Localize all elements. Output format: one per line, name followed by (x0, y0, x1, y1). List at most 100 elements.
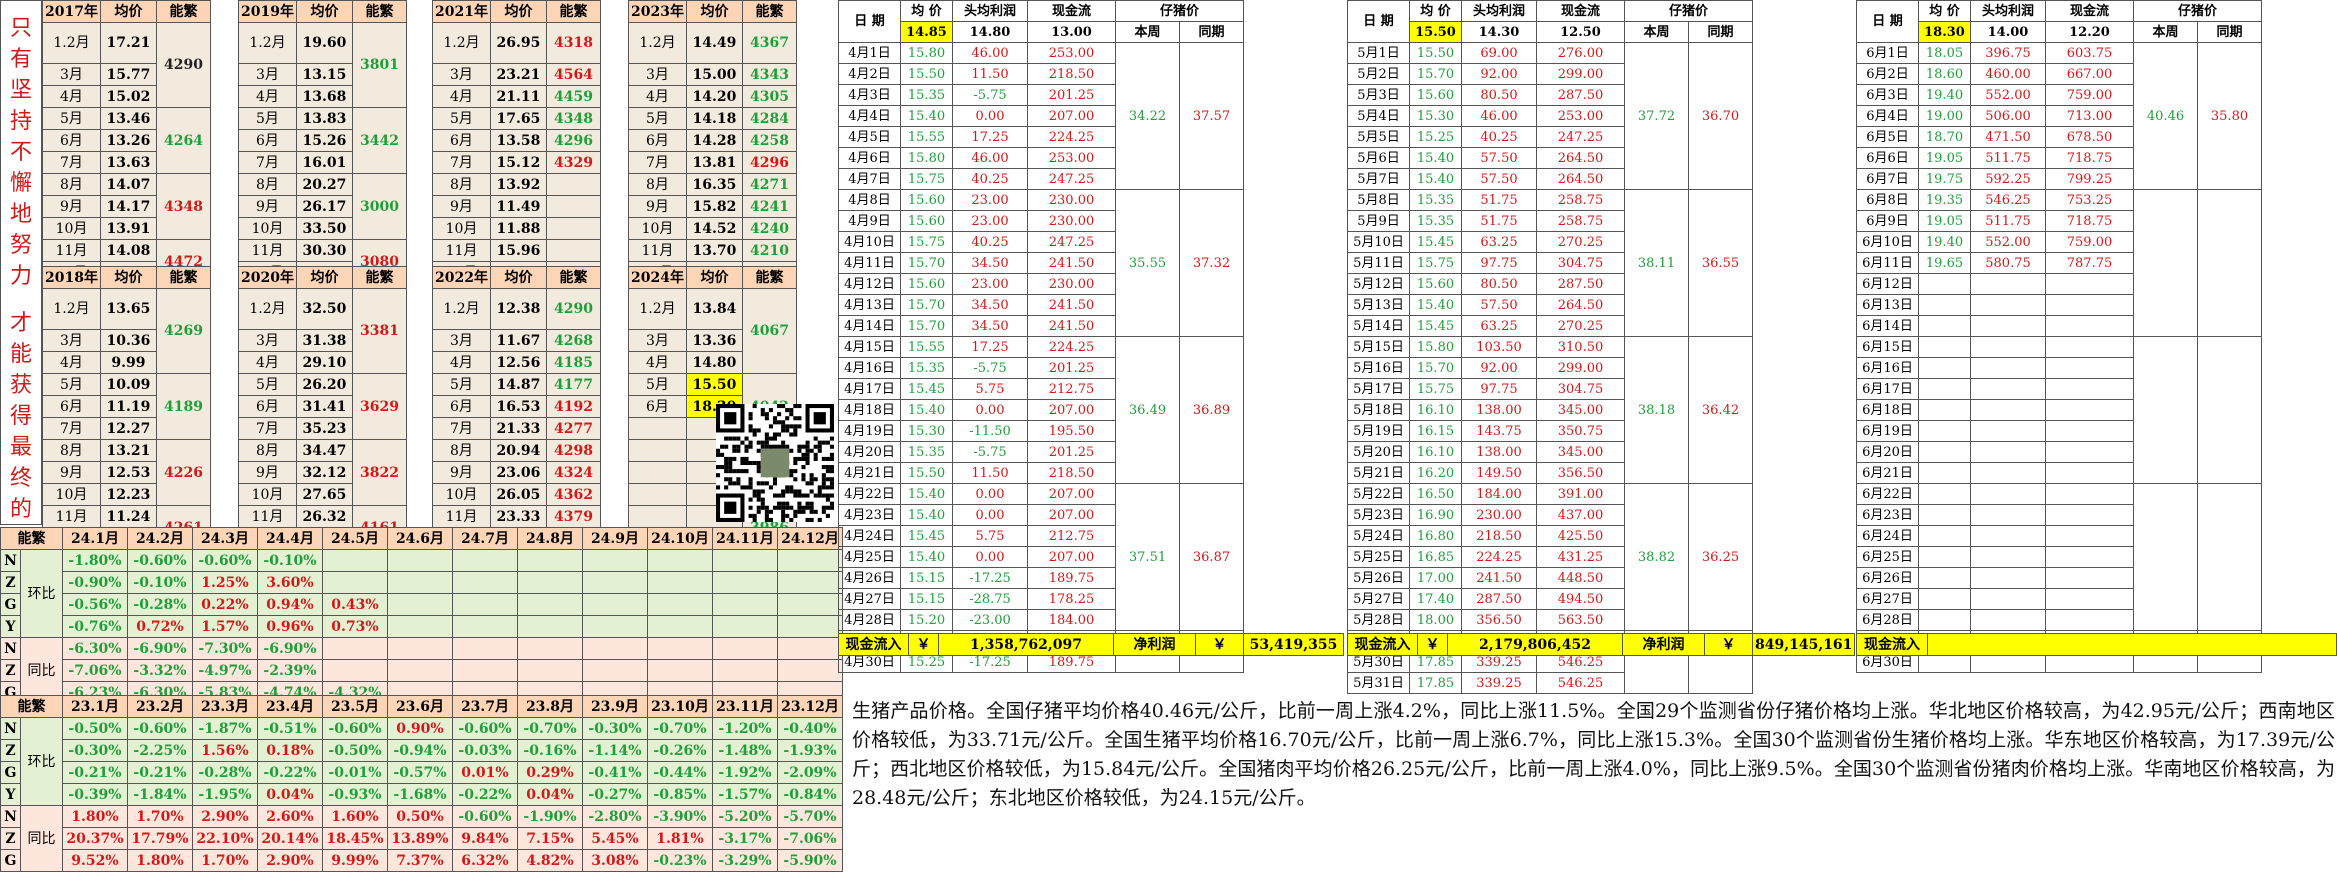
price-cell: 17.40 (1409, 588, 1462, 610)
price-cell: 14.07 (99, 173, 157, 196)
price-cell: 13.58 (489, 129, 547, 152)
price-cell: 9.99 (99, 351, 157, 374)
profit-cell: 184.00 (1461, 483, 1537, 505)
cash-cell: 201.25 (1027, 357, 1116, 379)
cash-header: 现金流 (1536, 0, 1625, 22)
change-cell (322, 637, 388, 660)
change-cell: 1.80% (62, 805, 128, 828)
change-cell: -1.90% (517, 805, 583, 828)
sow-cell (545, 195, 601, 218)
profit-cell: 34.50 (952, 315, 1028, 337)
this-week-header: 本周 (1624, 21, 1689, 43)
price-cell (1918, 357, 1971, 379)
price-cell: 16.10 (1409, 441, 1462, 463)
cash-in-value: 2,179,806,452 (1447, 633, 1623, 656)
price-cell: 15.70 (900, 294, 953, 316)
date-cell: 6月3日 (1856, 84, 1919, 106)
price-cell: 15.80 (1409, 336, 1462, 358)
change-cell: 0.01% (452, 761, 518, 784)
profit-cell: -5.75 (952, 357, 1028, 379)
change-cell: -0.01% (322, 761, 388, 784)
cash-in-value (1926, 633, 2337, 656)
profit-cell: 51.75 (1461, 189, 1537, 211)
sow-cell: 4362 (545, 483, 601, 506)
price-cell: 15.70 (900, 315, 953, 337)
price-cell: 23.21 (489, 63, 547, 86)
cash-cell (2045, 504, 2134, 526)
price-cell: 19.75 (1918, 168, 1971, 190)
date-cell: 6月9日 (1856, 210, 1919, 232)
profit-cell (1970, 315, 2046, 337)
change-cell: -0.10% (127, 571, 193, 594)
change-cell: -0.93% (322, 783, 388, 806)
change-cell: -1.14% (582, 739, 648, 762)
month-header: 24.11月 (712, 527, 778, 550)
row-letter: Y (0, 783, 21, 806)
change-cell: -0.94% (387, 739, 453, 762)
profit-cell: 138.00 (1461, 399, 1537, 421)
change-cell: 7.37% (387, 849, 453, 872)
month-cell: 6月 (628, 129, 687, 152)
date-cell: 5月15日 (1347, 336, 1410, 358)
profit-cell: 138.00 (1461, 441, 1537, 463)
price-cell: 14.20 (685, 85, 743, 108)
change-cell (777, 615, 843, 638)
month-cell: 3月 (42, 329, 101, 352)
month-cell: 4月 (42, 351, 101, 374)
profit-cell: 0.00 (952, 546, 1028, 568)
date-cell: 5月11日 (1347, 252, 1410, 274)
avg-value: 14.85 (900, 21, 953, 43)
date-cell: 5月8日 (1347, 189, 1410, 211)
change-cell: 0.22% (192, 593, 258, 616)
month-cell: 5月 (628, 107, 687, 130)
cash-value: 13.00 (1027, 21, 1116, 43)
date-cell: 4月19日 (838, 420, 901, 442)
change-cell: -3.32% (127, 659, 193, 682)
cash-cell: 431.25 (1536, 546, 1625, 568)
change-cell: -0.56% (62, 593, 128, 616)
sow-cell (545, 217, 601, 240)
cash-cell: 345.00 (1536, 399, 1625, 421)
sow-cell: 4269 (155, 288, 211, 374)
profit-cell: 40.25 (952, 168, 1028, 190)
profit-cell: 57.50 (1461, 168, 1537, 190)
price-cell: 15.35 (900, 441, 953, 463)
month-cell: 10月 (238, 217, 297, 240)
change-cell: -0.60% (192, 549, 258, 572)
date-cell: 5月20日 (1347, 441, 1410, 463)
cash-cell: 253.00 (1027, 42, 1116, 64)
profit-cell: -17.25 (952, 567, 1028, 589)
change-cell (582, 637, 648, 660)
change-cell: -0.10% (257, 549, 323, 572)
month-cell: 6月 (238, 395, 297, 418)
cash-cell: 207.00 (1027, 483, 1116, 505)
change-cell (777, 549, 843, 572)
this-week-header: 本周 (2133, 21, 2198, 43)
profit-cell: 511.75 (1970, 210, 2046, 232)
change-cell: 1.70% (127, 805, 193, 828)
change-cell: 4.82% (517, 849, 583, 872)
change-cell: 9.84% (452, 827, 518, 850)
sow-cell: 4226 (155, 439, 211, 506)
change-cell: -1.93% (777, 739, 843, 762)
group-label: 环比 (20, 717, 63, 806)
price-cell: 16.01 (295, 151, 353, 174)
change-cell (517, 549, 583, 572)
cash-cell (2045, 294, 2134, 316)
sow-header: 能繁 (545, 266, 601, 289)
price-cell: 15.60 (1409, 273, 1462, 295)
change-cell: -4.97% (192, 659, 258, 682)
date-cell: 5月26日 (1347, 567, 1410, 589)
sow-cell: 4277 (545, 417, 601, 440)
cash-in-label: 现金流入 (838, 633, 909, 656)
group-label: 同比 (20, 805, 63, 872)
piglet-week-cell: 40.46 (2133, 42, 2198, 190)
sow-cell: 4210 (741, 239, 797, 262)
price-cell: 26.05 (489, 483, 547, 506)
month-header: 23.9月 (582, 695, 648, 718)
avg-header: 均 价 (900, 0, 953, 22)
sow-header: 能繁 (351, 266, 407, 289)
month-cell: 11月 (42, 239, 101, 262)
month-cell: 10月 (42, 483, 101, 506)
sow-cell: 4329 (545, 151, 601, 174)
